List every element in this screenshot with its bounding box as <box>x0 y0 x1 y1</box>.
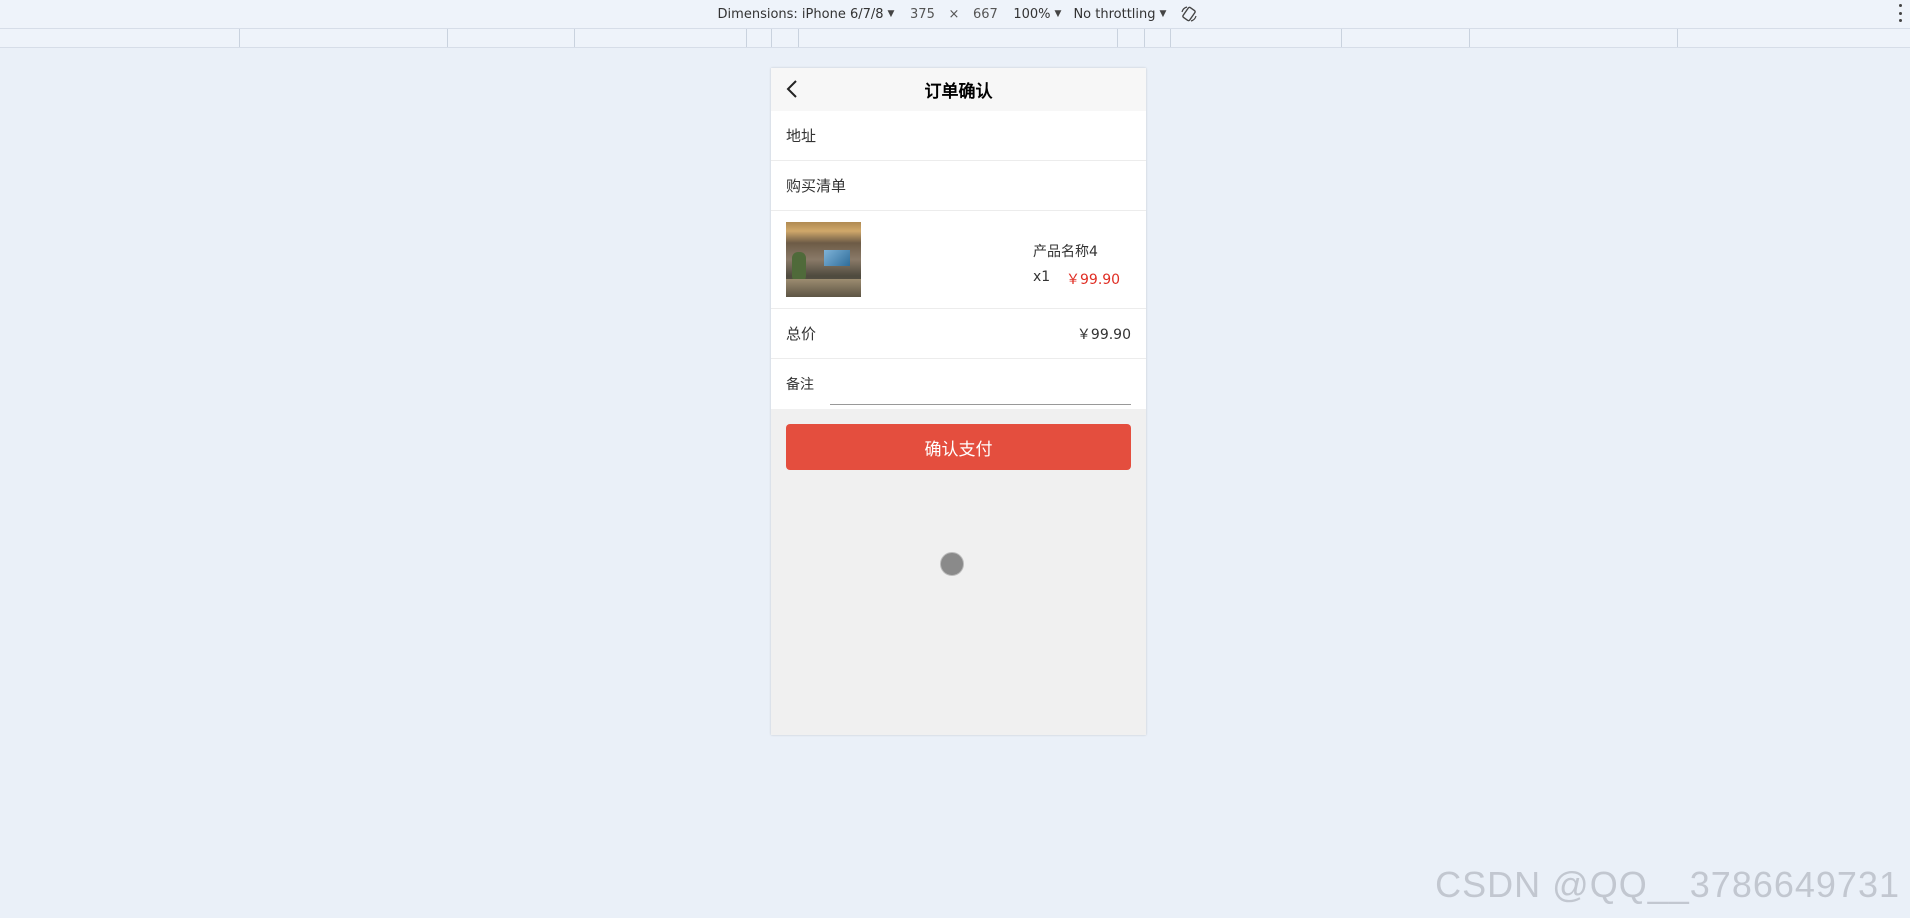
watermark: CSDN @QQ__3786649731 <box>1435 864 1900 905</box>
remark-input[interactable] <box>830 377 1131 405</box>
rotate-icon[interactable] <box>1180 5 1198 23</box>
product-price: ￥99.90 <box>1066 272 1121 288</box>
height-input[interactable]: 667 <box>963 7 1007 22</box>
zoom-select[interactable]: 100% ▼ <box>1013 7 1061 22</box>
product-quantity: x1 <box>1033 269 1051 285</box>
media-query-ruler <box>0 29 1910 48</box>
product-item[interactable]: 产品名称4 x1 ￥99.90 <box>771 211 1146 309</box>
device-select[interactable]: Dimensions: iPhone 6/7/8 ▼ <box>718 7 895 22</box>
product-name: 产品名称4 <box>1033 244 1098 260</box>
back-arrow-icon[interactable] <box>783 78 805 100</box>
nav-bar: 订单确认 <box>771 68 1146 111</box>
total-label: 总价 <box>786 325 817 343</box>
device-label: Dimensions: iPhone 6/7/8 <box>717 6 884 22</box>
touch-cursor-indicator <box>940 552 964 576</box>
address-label: 地址 <box>786 127 817 145</box>
remark-label: 备注 <box>786 377 814 393</box>
phone-viewport: 订单确认 地址 购买清单 产品名称4 x1 ￥99.90 总价 ￥99.90 备… <box>771 68 1146 735</box>
remark-row: 备注 <box>771 359 1146 409</box>
chevron-down-icon: ▼ <box>887 9 895 19</box>
purchase-list-header: 购买清单 <box>771 161 1146 211</box>
times-icon: × <box>948 6 960 22</box>
zoom-label: 100% <box>1013 6 1051 22</box>
total-row: 总价 ￥99.90 <box>771 309 1146 359</box>
chevron-down-icon: ▼ <box>1054 9 1062 19</box>
more-options-icon[interactable] <box>1898 4 1902 22</box>
throttling-label: No throttling <box>1073 6 1156 22</box>
chevron-down-icon: ▼ <box>1159 9 1167 19</box>
purchase-list-label: 购买清单 <box>786 177 847 195</box>
throttling-select[interactable]: No throttling ▼ <box>1073 7 1166 22</box>
confirm-pay-button[interactable]: 确认支付 <box>786 424 1131 470</box>
width-input[interactable]: 375 <box>900 7 944 22</box>
address-row[interactable]: 地址 <box>771 111 1146 161</box>
devtools-toolbar: Dimensions: iPhone 6/7/8 ▼ 375 × 667 100… <box>0 0 1910 29</box>
total-value: ￥99.90 <box>1076 326 1131 343</box>
product-image <box>786 222 861 297</box>
page-title: 订单确认 <box>924 82 993 102</box>
